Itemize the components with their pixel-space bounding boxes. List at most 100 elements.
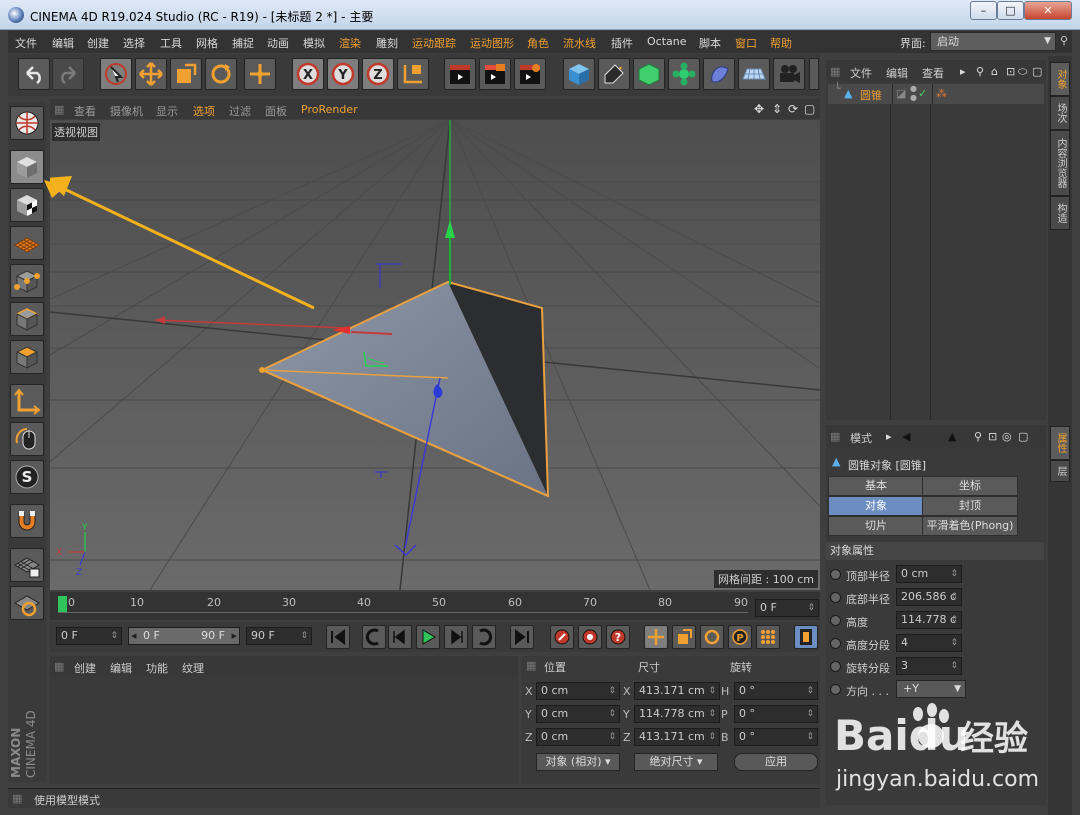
z-axis-lock-button[interactable]: Z [362, 58, 394, 90]
apply-button[interactable]: 应用 [734, 753, 818, 771]
x-axis-lock-button[interactable]: X [292, 58, 324, 90]
render-settings-button[interactable] [514, 58, 546, 90]
goto-start-button[interactable] [326, 625, 350, 649]
cube-primitive-button[interactable] [563, 58, 595, 90]
planar-workplane-button[interactable] [10, 586, 44, 620]
maximize-view-icon[interactable]: ▢ [804, 102, 815, 116]
visibility-dots-icon[interactable]: ● ● [910, 84, 917, 102]
more-menu-icon[interactable]: ▸ [960, 65, 966, 78]
tab-content-browser[interactable]: 内容浏览器 [1050, 130, 1070, 196]
menu-create[interactable]: 创建 [87, 35, 109, 51]
cloner-button[interactable] [668, 58, 700, 90]
menu-select[interactable]: 选择 [123, 35, 145, 51]
rotate-view-icon[interactable]: ⟳ [788, 102, 798, 116]
viewport-menu-view[interactable]: 查看 [74, 103, 96, 119]
animate-radio[interactable] [830, 569, 841, 580]
autokey-button[interactable] [578, 625, 602, 649]
y-axis-lock-button[interactable]: Y [327, 58, 359, 90]
key-position-button[interactable] [644, 625, 668, 649]
menu-motion-tracker[interactable]: 运动跟踪 [412, 35, 456, 51]
menu-sculpt[interactable]: 雕刻 [376, 35, 398, 51]
lock-workplane-button[interactable] [10, 548, 44, 582]
toolbar-overflow[interactable] [809, 58, 819, 90]
undo-button[interactable] [18, 58, 50, 90]
viewport-menu-panel[interactable]: 面板 [265, 103, 287, 119]
key-rotation-button[interactable] [700, 625, 724, 649]
frame-range-slider[interactable]: ◂ 0 F 90 F ▸ [128, 627, 240, 645]
phong-tag-icon[interactable]: ⁂ [936, 87, 947, 100]
tab-objects[interactable]: 对象 [1050, 62, 1070, 96]
points-mode-button[interactable] [10, 264, 44, 298]
object-menu-view[interactable]: 查看 [922, 65, 944, 81]
size-y-field[interactable]: 114.778 cm ⇕ [634, 705, 720, 723]
current-frame-field[interactable]: 0 F ⇕ [755, 599, 819, 617]
lock-icon[interactable]: ⊡ [1006, 65, 1015, 78]
transform-tool-button[interactable] [244, 58, 276, 90]
menu-pipeline[interactable]: 流水线 [563, 35, 596, 51]
workplane-mode-button[interactable] [10, 226, 44, 260]
menu-plugins[interactable]: 插件 [611, 35, 633, 51]
menu-simulate[interactable]: 模拟 [303, 35, 325, 51]
perspective-viewport[interactable]: Y X Z 透视视图 网格间距 : 100 cm [50, 120, 820, 590]
pos-z-field[interactable]: 0 cm ⇕ [536, 728, 620, 746]
new-panel-icon[interactable]: ▢ [1032, 65, 1042, 78]
menu-mograph[interactable]: 运动图形 [470, 35, 514, 51]
camera-button[interactable] [773, 58, 805, 90]
target-icon[interactable]: ◎ [1002, 430, 1012, 443]
prev-frame-button[interactable] [388, 625, 412, 649]
render-view-button[interactable] [444, 58, 476, 90]
layout-select[interactable]: 启动 ▼ [930, 32, 1056, 51]
menu-edit[interactable]: 编辑 [52, 35, 74, 51]
tab-slice[interactable]: 切片 [828, 516, 924, 536]
play-button[interactable] [416, 625, 440, 649]
enable-axis-button[interactable] [10, 384, 44, 418]
keyframe-selection-button[interactable]: ? [606, 625, 630, 649]
material-menu-function[interactable]: 功能 [146, 660, 168, 676]
tweak-mode-button[interactable] [10, 422, 44, 456]
start-frame-field[interactable]: 0 F ⇕ [56, 627, 122, 645]
search-icon[interactable]: ⚲ [976, 65, 984, 78]
viewport-menu-prorender[interactable]: ProRender [301, 103, 358, 116]
top-radius-field[interactable]: 0 cm ⇕ [896, 565, 962, 583]
material-menu-texture[interactable]: 纹理 [182, 660, 204, 676]
up-arrow-icon[interactable]: ▲ [948, 430, 956, 443]
menu-script[interactable]: 脚本 [699, 35, 721, 51]
layer-icon[interactable]: ◪ [896, 87, 906, 100]
timeline-ruler[interactable]: 0 10 20 30 40 50 60 70 80 90 [50, 592, 820, 620]
menu-animate[interactable]: 动画 [267, 35, 289, 51]
tab-coordinates[interactable]: 坐标 [922, 476, 1018, 496]
live-select-button[interactable] [100, 58, 132, 90]
animate-radio[interactable] [830, 615, 841, 626]
tab-takes[interactable]: 场次 [1050, 96, 1070, 130]
coord-mode-dropdown[interactable]: 对象 (相对) ▾ [536, 753, 620, 771]
rotation-segments-field[interactable]: 3 ⇕ [896, 657, 962, 675]
lock-icon[interactable]: ⊡ [988, 430, 997, 443]
next-key-button[interactable] [472, 625, 496, 649]
close-button[interactable]: ✕ [1024, 1, 1072, 20]
rot-p-field[interactable]: 0 ° ⇕ [734, 705, 818, 723]
filter-icon[interactable]: ⬭ [1018, 65, 1027, 79]
animate-radio[interactable] [830, 638, 841, 649]
key-scale-button[interactable] [672, 625, 696, 649]
texture-mode-button[interactable] [10, 188, 44, 222]
next-frame-button[interactable] [444, 625, 468, 649]
scale-tool-button[interactable] [170, 58, 202, 90]
maximize-button[interactable]: □ [997, 1, 1024, 20]
back-arrow-icon[interactable]: ◀ [902, 430, 910, 443]
bottom-radius-field[interactable]: 206.586 c ⇕ [896, 588, 962, 606]
polygons-mode-button[interactable] [10, 340, 44, 374]
solo-button[interactable]: S [10, 460, 44, 494]
menu-octane[interactable]: Octane [647, 35, 687, 48]
menu-mesh[interactable]: 网格 [196, 35, 218, 51]
height-field[interactable]: 114.778 c ⇕ [896, 611, 962, 629]
snap-button[interactable] [10, 504, 44, 538]
more-menu-icon[interactable]: ▸ [886, 430, 892, 443]
tab-structure[interactable]: 构造 [1050, 196, 1070, 230]
tab-basic[interactable]: 基本 [828, 476, 924, 496]
menu-snap[interactable]: 捕捉 [232, 35, 254, 51]
floor-button[interactable] [738, 58, 770, 90]
menu-window[interactable]: 窗口 [735, 35, 757, 51]
size-z-field[interactable]: 413.171 cm ⇕ [634, 728, 720, 746]
pos-y-field[interactable]: 0 cm ⇕ [536, 705, 620, 723]
key-parameter-button[interactable]: P [728, 625, 752, 649]
